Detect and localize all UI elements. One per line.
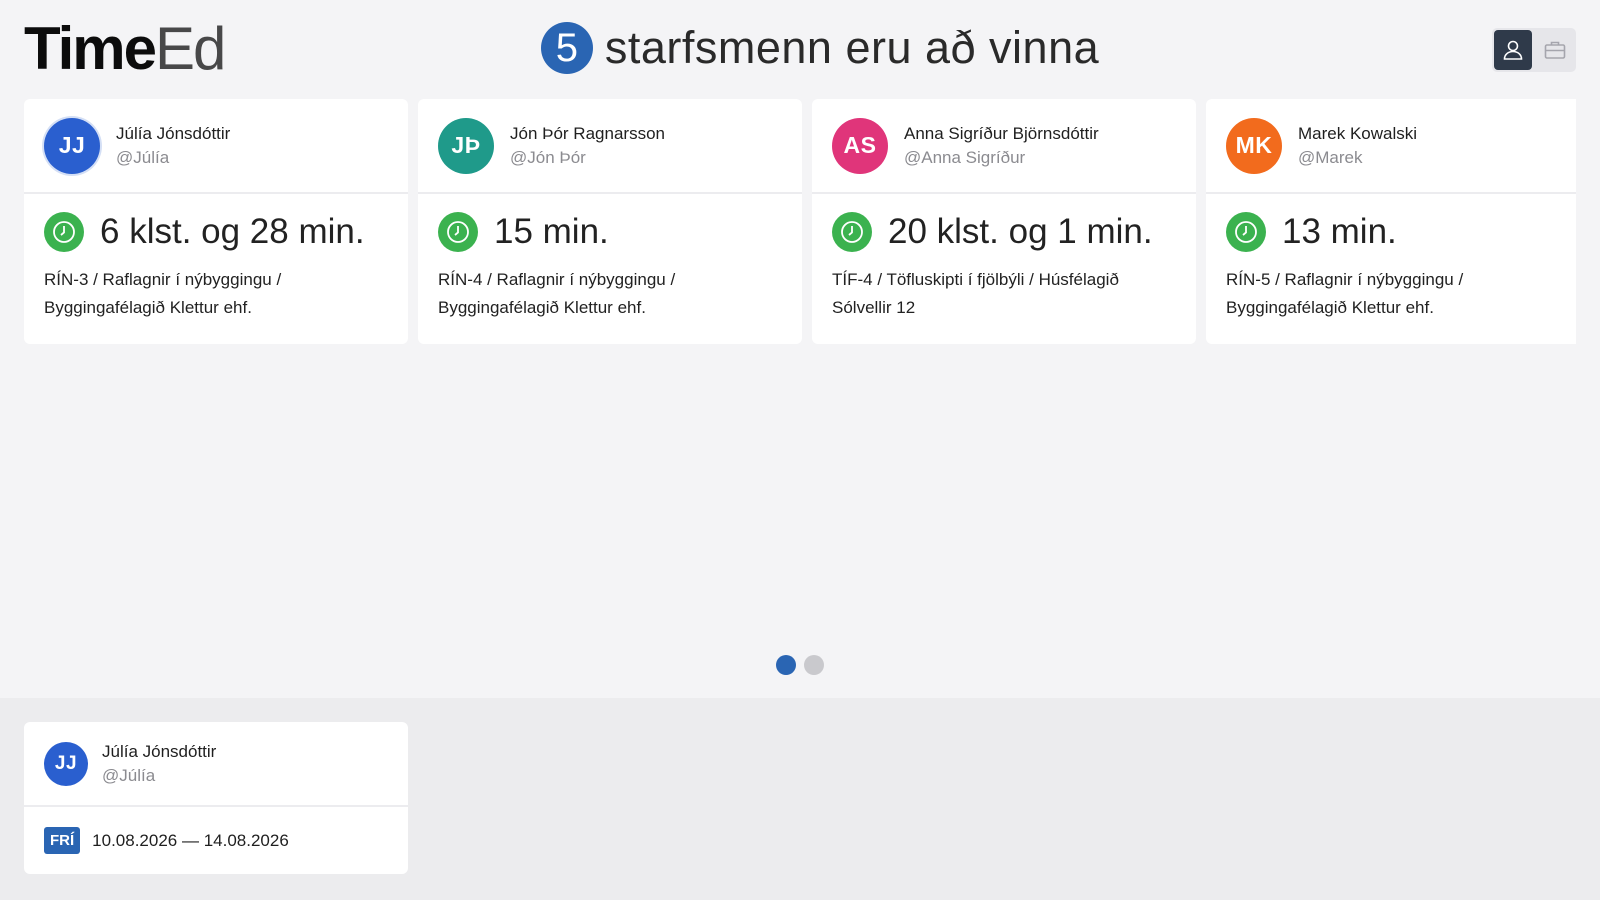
- work-duration: 15 min.: [494, 212, 609, 251]
- people-view-button[interactable]: [1494, 30, 1532, 70]
- task-line: RÍN-5 / Raflagnir í nýbyggingu /: [1226, 270, 1464, 289]
- task-line: Byggingafélagið Klettur ehf.: [1226, 298, 1434, 317]
- employee-card-body: 6 klst. og 28 min. RÍN-3 / Raflagnir í n…: [24, 194, 408, 322]
- page-headline: 5 starfsmenn eru að vinna: [0, 22, 1600, 74]
- leave-dates: 10.08.2026 — 14.08.2026: [92, 830, 289, 850]
- work-duration: 6 klst. og 28 min.: [100, 212, 365, 251]
- leave-card-header: JJ Júlía Jónsdóttir @Júlía: [24, 722, 408, 807]
- person-icon: [1503, 40, 1523, 60]
- avatar: MK: [1226, 117, 1282, 174]
- clock-icon: [832, 212, 872, 252]
- clock-icon: [44, 212, 84, 252]
- carousel-pagination: [776, 655, 824, 675]
- employee-handle: @Jón Þór: [510, 147, 586, 167]
- employee-handle: @Marek: [1298, 147, 1363, 167]
- task-line: TÍF-4 / Töfluskipti í fjölbýli / Húsféla…: [832, 270, 1119, 289]
- briefcase-icon: [1544, 41, 1566, 59]
- employee-card-body: 15 min. RÍN-4 / Raflagnir í nýbyggingu /…: [418, 194, 802, 322]
- employee-name: Júlía Jónsdóttir: [102, 741, 217, 761]
- avatar: JJ: [44, 741, 88, 786]
- avatar: AS: [832, 117, 888, 174]
- employee-name: Marek Kowalski: [1298, 123, 1418, 143]
- employee-handle: @Anna Sigríður: [904, 147, 1026, 167]
- view-toggle: [1492, 28, 1576, 72]
- task-line: RÍN-3 / Raflagnir í nýbyggingu /: [44, 270, 282, 289]
- employee-card-body: 20 klst. og 1 min. TÍF-4 / Töfluskipti í…: [812, 194, 1196, 322]
- leave-card[interactable]: JJ Júlía Jónsdóttir @Júlía FRÍ 10.08.202…: [24, 722, 408, 874]
- headline-text: starfsmenn eru að vinna: [604, 22, 1100, 73]
- leave-type-badge: FRÍ: [44, 827, 81, 854]
- task-description: RÍN-3 / Raflagnir í nýbyggingu / Bygging…: [44, 266, 388, 322]
- leave-section: JJ Júlía Jónsdóttir @Júlía FRÍ 10.08.202…: [0, 698, 1600, 900]
- avatar: JÞ: [438, 117, 494, 174]
- employee-card[interactable]: JJ Júlía Jónsdóttir @Júlía 6 klst. og 28…: [24, 99, 408, 344]
- working-employees-list: JJ Júlía Jónsdóttir @Júlía 6 klst. og 28…: [24, 99, 1576, 344]
- employee-name: Júlía Jónsdóttir: [116, 123, 231, 143]
- page-dot-2[interactable]: [804, 655, 824, 675]
- active-count-badge: 5: [540, 22, 593, 74]
- avatar: JJ: [44, 117, 100, 174]
- work-duration: 13 min.: [1282, 212, 1397, 251]
- employee-name: Jón Þór Ragnarsson: [510, 123, 665, 143]
- employee-name: Anna Sigríður Björnsdóttir: [904, 123, 1099, 143]
- clock-icon: [438, 212, 478, 252]
- clock-icon: [1226, 212, 1266, 252]
- work-duration: 20 klst. og 1 min.: [888, 212, 1153, 251]
- projects-view-button[interactable]: [1536, 30, 1574, 70]
- task-line: Sólvellir 12: [832, 298, 916, 317]
- page-dot-1[interactable]: [776, 655, 796, 675]
- employee-card-body: 13 min. RÍN-5 / Raflagnir í nýbyggingu /…: [1206, 194, 1576, 322]
- employee-card-header: MK Marek Kowalski @Marek: [1206, 99, 1576, 194]
- task-description: TÍF-4 / Töfluskipti í fjölbýli / Húsféla…: [832, 266, 1176, 322]
- employee-card-header: AS Anna Sigríður Björnsdóttir @Anna Sigr…: [812, 99, 1196, 194]
- task-line: RÍN-4 / Raflagnir í nýbyggingu /: [438, 270, 676, 289]
- employee-card-header: JÞ Jón Þór Ragnarsson @Jón Þór: [418, 99, 802, 194]
- task-description: RÍN-4 / Raflagnir í nýbyggingu / Bygging…: [438, 266, 782, 322]
- task-line: Byggingafélagið Klettur ehf.: [44, 298, 252, 317]
- task-description: RÍN-5 / Raflagnir í nýbyggingu / Bygging…: [1226, 266, 1570, 322]
- task-line: Byggingafélagið Klettur ehf.: [438, 298, 646, 317]
- employee-handle: @Júlía: [102, 765, 156, 785]
- employee-card[interactable]: JÞ Jón Þór Ragnarsson @Jón Þór 15 min. R…: [418, 99, 802, 344]
- employee-card[interactable]: AS Anna Sigríður Björnsdóttir @Anna Sigr…: [812, 99, 1196, 344]
- employee-card-header: JJ Júlía Jónsdóttir @Júlía: [24, 99, 408, 194]
- employee-handle: @Júlía: [116, 147, 170, 167]
- leave-card-body: FRÍ 10.08.2026 — 14.08.2026: [24, 807, 408, 874]
- employee-card[interactable]: MK Marek Kowalski @Marek 13 min. RÍN-5 /…: [1206, 99, 1576, 344]
